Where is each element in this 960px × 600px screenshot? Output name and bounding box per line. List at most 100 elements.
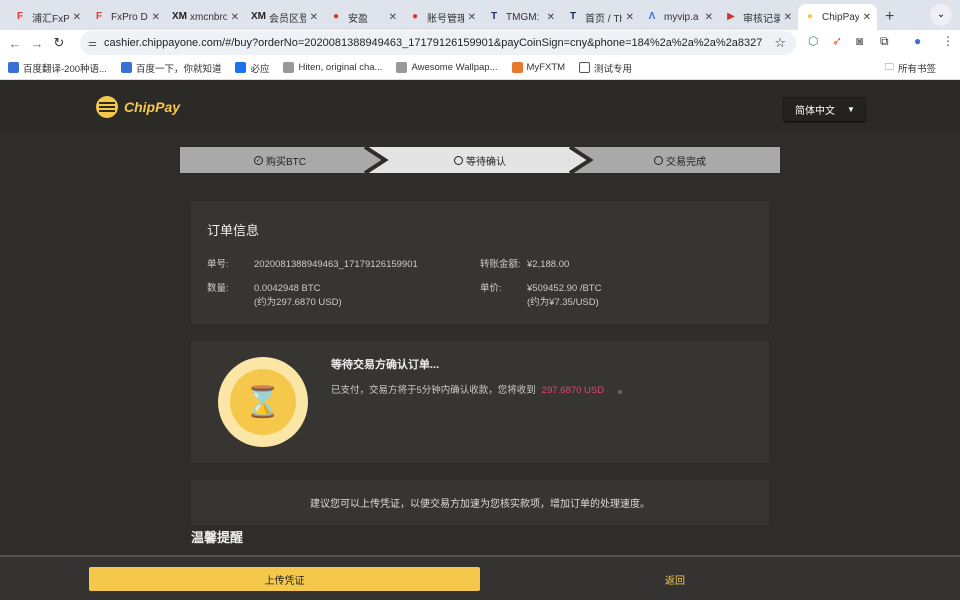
browser-tab[interactable]: Λmyvip.a ✕ xyxy=(640,4,719,30)
bookmark-icon xyxy=(579,62,591,73)
close-tab-icon[interactable]: ✕ xyxy=(152,12,160,23)
tab-label: 账号管理 xyxy=(427,13,464,25)
bookmark-item[interactable]: 百度翻译-200种语... xyxy=(8,61,107,75)
tab-favicon-icon: ● xyxy=(806,11,814,22)
bookmark-item[interactable]: Awesome Wallpap... xyxy=(396,62,498,73)
waiting-text: 已支付，交易方将于5分钟内确认收款，您将收到 297.6870 USD 。 xyxy=(331,384,628,397)
upload-proof-button[interactable]: 上传凭证 xyxy=(89,567,480,591)
bookmark-item[interactable]: MyFXTM xyxy=(511,62,565,73)
waiting-card: ⌛ 等待交易方确认订单... 已支付，交易方将于5分钟内确认收款，您将收到 297… xyxy=(191,341,769,463)
browser-tab[interactable]: XM xmcnbro ✕ xyxy=(166,4,245,30)
browser-tab[interactable]: T 首页 / Th ✕ xyxy=(561,4,640,30)
close-tab-icon[interactable]: ✕ xyxy=(784,12,792,23)
order-no-value: 2020081388949463_17179126159901 xyxy=(254,259,418,270)
forward-icon[interactable]: → xyxy=(26,36,48,51)
order-info-title: 订单信息 xyxy=(207,223,260,238)
address-bar: ← → ↻ ⚌ cashier.chippayone.com/#/buy?ord… xyxy=(0,30,960,56)
bookmark-item[interactable]: 必应 xyxy=(235,61,269,75)
tab-label: myvip.a xyxy=(664,11,699,23)
progress-steps: ✓ 购买BTC 等待确认 交易完成 xyxy=(180,147,780,173)
tab-favicon-icon: ● xyxy=(332,11,340,22)
price-usd-value: (约为¥7.35/USD) xyxy=(527,297,599,308)
close-tab-icon[interactable]: ✕ xyxy=(468,12,476,23)
step-label: 交易完成 xyxy=(666,156,706,168)
caret-down-icon: ▼ xyxy=(847,104,855,114)
tab-label: 会员区登 xyxy=(269,13,306,25)
browser-tab[interactable]: ▶ 审核记录 ✕ xyxy=(719,4,798,30)
footer-bar: 上传凭证 返回 xyxy=(0,555,960,600)
tab-label: 浦汇FxPr xyxy=(32,13,69,25)
qty-usd-value: (约为297.6870 USD) xyxy=(254,297,342,308)
extensions-puzzle-icon[interactable]: ⧉ xyxy=(880,34,889,49)
browser-tab[interactable]: F FxPro Di ✕ xyxy=(87,4,166,30)
bookmark-icon xyxy=(8,62,19,73)
tab-label: 首页 / Th xyxy=(585,13,622,25)
tab-label: 安盈 xyxy=(348,13,368,25)
bookmark-item[interactable]: Hiten, original cha... xyxy=(283,62,382,73)
bookmark-label: Awesome Wallpap... xyxy=(411,62,498,73)
bookmark-label: 测试专用 xyxy=(594,63,633,75)
extension-icon[interactable]: ⬡ xyxy=(808,34,818,48)
close-tab-icon[interactable]: ✕ xyxy=(863,12,871,23)
bookmark-item[interactable]: 百度一下，你就知道 xyxy=(120,61,221,75)
qty-value: 0.0042948 BTC xyxy=(254,283,321,294)
close-tab-icon[interactable]: ✕ xyxy=(389,12,397,23)
browser-tab[interactable]: T TMGM: I ✕ xyxy=(482,4,561,30)
new-tab-button[interactable]: + xyxy=(877,4,902,30)
step-waiting: 等待确认 xyxy=(380,147,580,173)
swift-extension-icon[interactable]: ➶ xyxy=(832,34,842,48)
bookmark-icon xyxy=(283,62,295,73)
suggestion-card: 建议您可以上传凭证，以便交易方加速为您核实款项，增加订单的处理速度。 xyxy=(191,480,769,525)
close-tab-icon[interactable]: ✕ xyxy=(547,12,555,23)
bookmark-label: 必应 xyxy=(250,63,270,75)
tab-label: 审核记录 xyxy=(743,13,780,25)
browser-tab[interactable]: F 浦汇FxPr ✕ xyxy=(8,4,87,30)
language-select[interactable]: 简体中文 ▼ xyxy=(784,97,865,121)
reminder-title: 温馨提醒 xyxy=(191,530,244,545)
all-bookmarks-label: 所有书签 xyxy=(897,63,936,75)
chippay-logo[interactable]: ChipPay xyxy=(96,96,180,118)
close-tab-icon[interactable]: ✕ xyxy=(705,12,713,23)
close-tab-icon[interactable]: ✕ xyxy=(310,12,318,23)
tab-favicon-icon: F xyxy=(16,11,24,22)
circle-icon xyxy=(454,155,463,165)
tab-search-button[interactable]: ⌄ xyxy=(930,4,952,26)
tab-label: FxPro Di xyxy=(111,11,148,23)
close-tab-icon[interactable]: ✕ xyxy=(626,12,634,23)
profile-avatar-icon[interactable]: ● xyxy=(914,34,921,48)
browser-tab[interactable]: ● 账号管理 ✕ xyxy=(403,4,482,30)
close-tab-icon[interactable]: ✕ xyxy=(231,12,239,23)
tab-favicon-icon: XM xyxy=(251,11,266,22)
browser-tab[interactable]: XM 会员区登 ✕ xyxy=(245,4,324,30)
tab-label: ChipPay xyxy=(822,11,859,23)
back-icon[interactable]: ← xyxy=(4,36,26,51)
camera-extension-icon[interactable]: ◙ xyxy=(856,34,863,48)
bookmark-star-icon[interactable]: ☆ xyxy=(774,35,786,51)
tab-favicon-icon: Λ xyxy=(648,11,656,22)
step-complete: 交易完成 xyxy=(580,147,780,173)
bookmark-item[interactable]: 测试专用 xyxy=(579,61,632,75)
back-button[interactable]: 返回 xyxy=(600,567,750,591)
tab-favicon-icon: ▶ xyxy=(727,11,735,22)
folder-icon: 🗀 xyxy=(884,61,894,73)
bookmark-icon xyxy=(120,62,132,73)
step-label: 购买BTC xyxy=(266,156,306,168)
url-input[interactable]: ⚌ cashier.chippayone.com/#/buy?orderNo=2… xyxy=(80,31,796,55)
tab-favicon-icon: XM xyxy=(172,11,187,22)
reload-icon[interactable]: ↻ xyxy=(48,35,70,51)
tab-favicon-icon: F xyxy=(95,11,103,22)
language-label: 简体中文 xyxy=(795,105,835,117)
tab-favicon-icon: T xyxy=(569,11,577,22)
close-tab-icon[interactable]: ✕ xyxy=(73,12,81,23)
step-buy: ✓ 购买BTC xyxy=(180,147,380,173)
amount-label: 转账金额: xyxy=(480,259,521,270)
browser-tab[interactable]: ● 安盈 ✕ xyxy=(324,4,403,30)
logo-coin-icon xyxy=(96,96,118,118)
all-bookmarks[interactable]: 🗀 所有书签 xyxy=(884,60,936,76)
step-label: 等待确认 xyxy=(466,156,506,168)
suggestion-text: 建议您可以上传凭证，以便交易方加速为您核实款项，增加订单的处理速度。 xyxy=(310,499,650,510)
order-no-label: 单号: xyxy=(207,259,229,270)
browser-tab[interactable]: ● ChipPay ✕ xyxy=(798,4,877,30)
menu-kebab-icon[interactable]: ⋮ xyxy=(942,34,954,48)
site-info-icon[interactable]: ⚌ xyxy=(88,38,97,49)
